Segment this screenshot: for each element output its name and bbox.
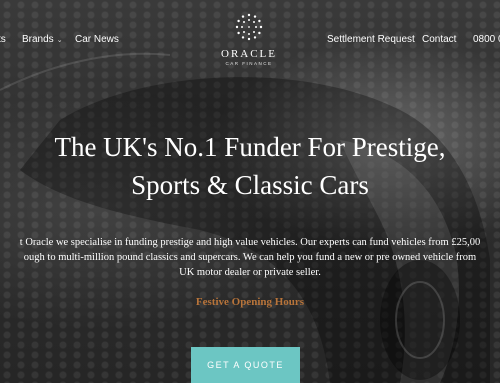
nav-item-contact[interactable]: Contact — [422, 34, 456, 45]
festive-opening-hours-link[interactable]: Festive Opening Hours — [0, 296, 500, 308]
main-navigation: ts Brands⌄ Car News ORACLE CAR FINANCE S — [0, 0, 500, 80]
get-a-quote-button[interactable]: GET A QUOTE — [191, 347, 300, 383]
nav-item-settlement-request[interactable]: Settlement Request — [327, 34, 415, 45]
nav-item-car-news[interactable]: Car News — [75, 34, 119, 45]
hero-title-line-1: The UK's No.1 Funder For Prestige, — [54, 132, 446, 162]
hero-description: t Oracle we specialise in funding presti… — [0, 235, 500, 280]
nav-item-partial[interactable]: ts — [0, 34, 6, 45]
hero-title-line-2: Sports & Classic Cars — [131, 170, 369, 200]
nav-item-brands[interactable]: Brands ⌄ — [22, 34, 63, 45]
logo-dots-icon — [234, 12, 264, 42]
chevron-down-icon: ⌄ — [56, 37, 63, 44]
logo-subtitle: CAR FINANCE — [225, 61, 273, 66]
hero-description-line-3: UK motor dealer or private seller. — [179, 267, 321, 278]
nav-phone-number[interactable]: 0800 0 — [473, 34, 500, 45]
nav-item-brands-label: Brands — [22, 34, 54, 45]
oracle-logo[interactable]: ORACLE CAR FINANCE — [214, 12, 284, 66]
hero-description-line-2: ough to multi-million pound classics and… — [23, 252, 477, 263]
hero-description-line-1: t Oracle we specialise in funding presti… — [19, 237, 481, 248]
hero-title: The UK's No.1 Funder For Prestige, Sport… — [0, 128, 500, 204]
logo-brand: ORACLE — [221, 48, 277, 60]
